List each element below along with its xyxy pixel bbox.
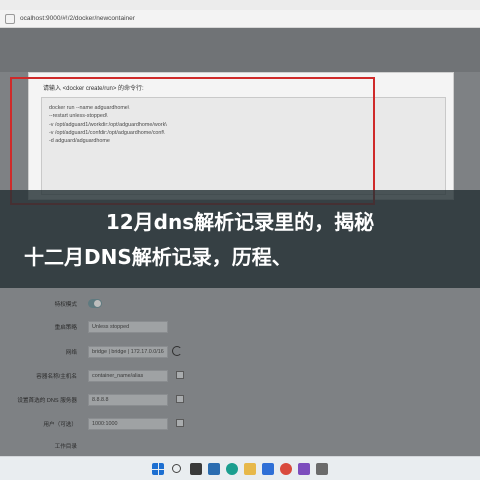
dns-input[interactable]: 8.8.8.8	[88, 394, 168, 406]
app-icon[interactable]	[298, 463, 310, 475]
headline-banner: 12月dns解析记录里的，揭秘 十二月DNS解析记录，历程、	[0, 190, 480, 288]
network-label: 网络	[65, 350, 77, 356]
windows-taskbar	[0, 456, 480, 480]
user-checkbox[interactable]	[176, 419, 184, 427]
hostname-input[interactable]: container_name/alias	[88, 370, 168, 382]
form-row-network: 网络 bridge | bridge | 172.17.0.0/16	[0, 346, 480, 360]
dns-checkbox[interactable]	[176, 395, 184, 403]
user-input[interactable]: 1000:1000	[88, 418, 168, 430]
dns-label: 设置首选的 DNS 服务器	[17, 398, 77, 404]
refresh-icon[interactable]	[172, 346, 182, 356]
search-icon[interactable]	[172, 464, 181, 473]
hostname-checkbox[interactable]	[176, 371, 184, 379]
file-explorer-icon[interactable]	[244, 463, 256, 475]
hostname-label: 容器名称/主机名	[36, 374, 77, 380]
red-highlight-frame	[10, 77, 375, 205]
container-settings-form: 特权模式 重启策略 Unless stopped 网络 bridge | bri…	[0, 288, 480, 456]
address-bar[interactable]: ocalhost:9000/#!/2/docker/newcontainer	[0, 10, 480, 28]
chrome-icon[interactable]	[280, 463, 292, 475]
store-icon[interactable]	[262, 463, 274, 475]
address-text[interactable]: ocalhost:9000/#!/2/docker/newcontainer	[20, 15, 135, 22]
widgets-icon[interactable]	[208, 463, 220, 475]
privileged-label: 特权模式	[54, 302, 77, 308]
restart-select[interactable]: Unless stopped	[88, 321, 168, 333]
windows-start-icon[interactable]	[152, 463, 164, 475]
form-row-privileged: 特权模式	[0, 298, 480, 312]
headline-line-2: 十二月DNS解析记录，历程、	[24, 245, 292, 269]
network-select[interactable]: bridge | bridge | 172.17.0.0/16	[88, 346, 168, 358]
form-row-workdir: 工作目录	[0, 440, 480, 454]
site-info-icon[interactable]	[5, 13, 15, 24]
page-header-strip	[0, 28, 480, 72]
form-row-user: 用户（可选） 1000:1000	[0, 418, 480, 432]
workdir-label: 工作目录	[54, 444, 77, 450]
form-row-dns: 设置首选的 DNS 服务器 8.8.8.8	[0, 394, 480, 408]
form-row-hostname: 容器名称/主机名 container_name/alias	[0, 370, 480, 384]
edge-browser-icon[interactable]	[226, 463, 238, 475]
app-icon[interactable]	[316, 463, 328, 475]
headline-line-1: 12月dns解析记录里的，揭秘	[105, 210, 375, 234]
form-row-restart: 重启策略 Unless stopped	[0, 321, 480, 335]
restart-label: 重启策略	[54, 325, 77, 331]
browser-tab-strip	[0, 0, 480, 10]
user-label: 用户（可选）	[43, 422, 77, 428]
task-view-icon[interactable]	[190, 463, 202, 475]
privileged-toggle[interactable]	[88, 299, 102, 308]
